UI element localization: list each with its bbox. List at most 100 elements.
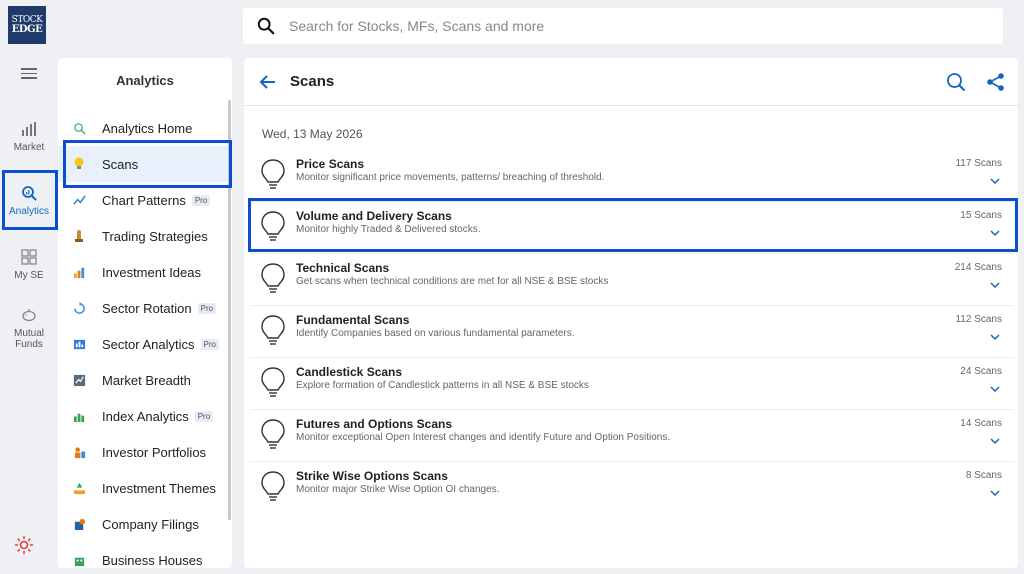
share-icon[interactable] (986, 72, 1006, 92)
scans-highlight-box (63, 140, 232, 188)
submenu-label: Business Houses (102, 552, 203, 568)
analytics-highlight-box (2, 170, 58, 230)
stockedge-logo[interactable]: STOCK EDGE (8, 6, 46, 44)
scan-description: Monitor exceptional Open Interest change… (296, 432, 671, 443)
submenu-label: Investment Ideas (102, 264, 201, 280)
scan-description: Explore formation of Candlestick pattern… (296, 380, 589, 391)
scan-count: 14 Scans (960, 418, 1002, 429)
lightbulb-icon (261, 315, 285, 345)
submenu-label: Trading Strategies (102, 228, 208, 244)
scan-row-candlestick[interactable]: Candlestick Scans Explore formation of C… (250, 358, 1014, 410)
submenu-item-index-analytics[interactable]: Index Analytics Pro (58, 398, 228, 434)
scan-title: Fundamental Scans (296, 313, 410, 327)
search-icon[interactable] (946, 72, 966, 92)
search-input[interactable] (289, 18, 889, 34)
magnifier-icon (72, 121, 86, 135)
submenu-label: Sector Rotation (102, 300, 192, 316)
lightbulb-icon (261, 471, 285, 501)
chess-piece-icon (72, 229, 86, 243)
submenu-item-investor-portfolios[interactable]: Investor Portfolios (58, 434, 228, 470)
submenu-label: Investor Portfolios (102, 444, 207, 460)
submenu-item-investment-themes[interactable]: Investment Themes (58, 470, 228, 506)
theme-toggle-icon[interactable] (14, 535, 34, 555)
rail-label-my-se: My SE (14, 270, 44, 281)
scan-title: Price Scans (296, 157, 365, 171)
scan-description: Monitor significant price movements, pat… (296, 172, 605, 183)
scan-row-fundamental[interactable]: Fundamental Scans Identify Companies bas… (250, 306, 1014, 358)
rail-label-mutual-funds-line1: Mutual (13, 328, 44, 339)
submenu-title: Analytics (116, 72, 174, 88)
chevron-down-icon[interactable] (990, 489, 1000, 497)
lightbulb-icon (261, 263, 285, 293)
chevron-down-icon[interactable] (990, 281, 1000, 289)
pro-badge: Pro (197, 302, 217, 314)
rail-label-mutual-funds-line2: Funds (15, 339, 43, 350)
submenu-item-company-filings[interactable]: Company Filings (58, 506, 228, 542)
submenu-item-investment-ideas[interactable]: Investment Ideas (58, 254, 228, 290)
chevron-down-icon[interactable] (990, 385, 1000, 393)
back-arrow-icon[interactable] (258, 72, 278, 92)
scan-row-technical[interactable]: Technical Scans Get scans when technical… (250, 254, 1014, 306)
scan-title: Candlestick Scans (296, 365, 403, 379)
bar-chart-icon (22, 122, 36, 136)
lightbulb-icon (261, 419, 285, 449)
piggy-bank-icon (22, 309, 36, 322)
investment-themes-icon (72, 481, 86, 495)
menu-icon[interactable] (21, 68, 37, 79)
chevron-down-icon[interactable] (990, 333, 1000, 341)
scan-date: Wed, 13 May 2026 (262, 127, 363, 141)
rail-item-my-se[interactable]: My SE (0, 248, 58, 281)
company-filings-icon (72, 517, 86, 531)
analytics-submenu: Analytics Analytics Home Scans Chart Pat… (58, 58, 232, 568)
scan-description: Get scans when technical conditions are … (296, 276, 609, 287)
pro-badge: Pro (194, 410, 214, 422)
scan-title: Futures and Options Scans (296, 417, 453, 431)
page-title: Scans (290, 73, 335, 90)
business-houses-icon (72, 553, 86, 567)
rotation-icon (72, 301, 86, 315)
rail-item-market[interactable]: Market (0, 120, 58, 153)
scan-count: 112 Scans (955, 314, 1002, 325)
grid-icon (21, 249, 37, 265)
pro-badge: Pro (191, 194, 211, 206)
index-analytics-icon (72, 409, 86, 423)
investment-ideas-icon (72, 265, 86, 279)
submenu-item-sector-rotation[interactable]: Sector Rotation Pro (58, 290, 228, 326)
market-breadth-icon (72, 373, 86, 387)
search-bar[interactable] (243, 8, 1003, 44)
submenu-label: Analytics Home (102, 120, 193, 136)
scan-description: Identify Companies based on various fund… (296, 328, 575, 339)
submenu-item-sector-analytics[interactable]: Sector Analytics Pro (58, 326, 228, 362)
submenu-label: Market Breadth (102, 372, 191, 388)
scan-count: 117 Scans (955, 158, 1002, 169)
rail-label-market: Market (13, 142, 45, 153)
submenu-item-market-breadth[interactable]: Market Breadth (58, 362, 228, 398)
chevron-down-icon[interactable] (990, 437, 1000, 445)
submenu-item-trading-strategies[interactable]: Trading Strategies (58, 218, 228, 254)
nav-rail: Market Analytics My SE Mutual Funds (0, 52, 58, 574)
pro-badge: Pro (200, 338, 219, 350)
chart-pattern-icon (72, 193, 86, 207)
scan-row-price[interactable]: Price Scans Monitor significant price mo… (250, 150, 1014, 202)
submenu-item-business-houses[interactable]: Business Houses (58, 542, 228, 568)
submenu-label: Sector Analytics (102, 336, 195, 352)
submenu-label: Index Analytics (102, 408, 189, 424)
search-icon (257, 17, 275, 35)
sector-analytics-icon (72, 337, 86, 351)
submenu-label: Company Filings (102, 516, 199, 532)
scan-description: Monitor major Strike Wise Option OI chan… (296, 484, 500, 495)
scan-count: 24 Scans (960, 366, 1002, 377)
scan-row-futures-options[interactable]: Futures and Options Scans Monitor except… (250, 410, 1014, 462)
lightbulb-icon (261, 159, 285, 189)
scan-count: 214 Scans (954, 262, 1002, 273)
scans-header: Scans (244, 58, 1018, 106)
lightbulb-icon (261, 367, 285, 397)
chevron-down-icon[interactable] (990, 177, 1000, 185)
scans-panel: Scans Wed, 13 May 2026 Price Scans Monit… (244, 58, 1018, 568)
top-bar: STOCK EDGE (0, 0, 1024, 52)
rail-item-mutual-funds[interactable]: Mutual Funds (0, 306, 58, 350)
scan-row-strike-wise-options[interactable]: Strike Wise Options Scans Monitor major … (250, 462, 1014, 514)
scan-title: Technical Scans (296, 261, 390, 275)
volume-delivery-highlight-box (248, 198, 1018, 252)
logo-line2: EDGE (11, 23, 43, 35)
